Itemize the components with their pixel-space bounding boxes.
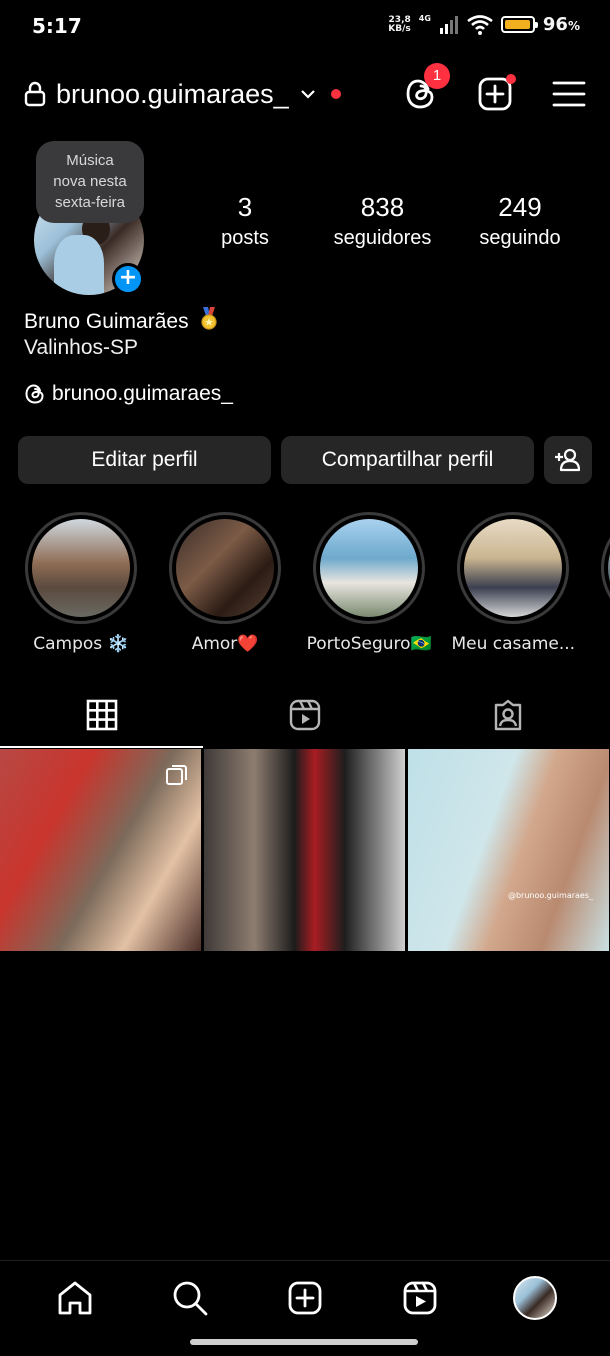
signal-icon — [439, 15, 458, 34]
status-bar: 5:17 23,8 KB/s 4G 96% — [0, 0, 610, 52]
stat-following[interactable]: 249 seguindo — [465, 190, 575, 252]
grid-icon — [86, 699, 117, 731]
menu-icon — [552, 81, 586, 107]
stat-followers[interactable]: 838 seguidores — [300, 190, 465, 252]
reels-icon — [403, 1281, 437, 1315]
profile-header: brunoo.guimaraes_ 1 — [24, 63, 586, 120]
post-thumbnail[interactable] — [204, 749, 405, 951]
create-icon — [288, 1281, 322, 1315]
highlight-cover — [464, 519, 563, 617]
nav-search[interactable] — [167, 1275, 213, 1321]
nav-reels[interactable] — [397, 1275, 443, 1321]
posts-grid: @brunoo.guimaraes_ — [0, 749, 610, 951]
highlight-cover — [320, 519, 419, 617]
tab-tagged[interactable] — [407, 682, 610, 748]
medal-icon — [201, 307, 218, 330]
status-time: 5:17 — [32, 14, 82, 38]
highlight-item[interactable]: Amor❤️ — [160, 512, 290, 654]
highlight-ring — [313, 512, 426, 624]
nav-profile[interactable] — [512, 1275, 558, 1321]
note-bubble[interactable]: Música nova nesta sexta-feira — [36, 141, 144, 223]
highlight-ring — [25, 512, 137, 624]
highlight-item[interactable]: Campos ❄️ — [16, 512, 146, 654]
highlight-ring — [601, 512, 610, 624]
add-story-plus-icon[interactable]: + — [112, 263, 144, 295]
stat-posts[interactable]: 3 posts — [190, 190, 300, 252]
highlight-ring — [169, 512, 282, 624]
header-actions: 1 — [404, 63, 586, 120]
lock-icon — [24, 81, 46, 107]
tagged-icon — [495, 699, 522, 731]
highlight-item[interactable]: Pr — [592, 512, 610, 654]
highlight-label: Pr — [592, 634, 610, 654]
nav-home[interactable] — [52, 1275, 98, 1321]
create-notification-dot — [506, 74, 516, 84]
reels-icon — [289, 699, 321, 731]
home-icon — [58, 1281, 92, 1315]
add-person-icon — [555, 448, 581, 472]
highlight-label: PortoSeguro🇧🇷 — [306, 634, 432, 654]
bottom-navigation — [0, 1260, 610, 1356]
highlight-cover — [32, 519, 130, 617]
highlight-ring — [457, 512, 570, 624]
status-icons: 23,8 KB/s 4G 96% — [385, 14, 580, 35]
search-icon — [173, 1281, 208, 1316]
highlight-cover — [176, 519, 275, 617]
tab-posts-grid[interactable] — [0, 682, 204, 748]
account-notification-dot — [330, 89, 341, 99]
nav-create[interactable] — [282, 1275, 328, 1321]
menu-button[interactable] — [552, 77, 586, 111]
carousel-icon — [166, 765, 187, 785]
profile-avatar-small — [512, 1276, 557, 1320]
threads-badge: 1 — [424, 63, 450, 89]
profile-stats: 3 posts 838 seguidores 249 seguindo — [190, 190, 590, 252]
profile-name: Bruno Guimarães — [24, 307, 218, 334]
highlight-label: Meu casame... — [451, 634, 576, 654]
threads-button[interactable]: 1 — [404, 63, 450, 111]
discover-people-button[interactable] — [544, 436, 592, 484]
story-highlights: Campos ❄️ Amor❤️ PortoSeguro🇧🇷 Meu casam… — [16, 512, 610, 662]
profile-tabs — [0, 682, 610, 748]
post-thumbnail[interactable]: @brunoo.guimaraes_ — [408, 749, 609, 951]
create-post-button[interactable] — [478, 74, 516, 111]
battery-level — [504, 20, 530, 29]
post-thumbnail[interactable] — [0, 749, 201, 951]
username-switcher[interactable]: brunoo.guimaraes_ — [56, 79, 289, 110]
network-type: 4G — [418, 14, 431, 23]
highlight-label: Campos ❄️ — [33, 634, 129, 654]
highlight-item[interactable]: PortoSeguro🇧🇷 — [304, 512, 434, 654]
network-speed: 23,8 KB/s — [388, 14, 411, 34]
tab-reels[interactable] — [203, 682, 406, 748]
profile-bio: Valinhos-SP — [24, 336, 139, 359]
edit-profile-button[interactable]: Editar perfil — [18, 436, 271, 484]
highlight-item[interactable]: Meu casame... — [448, 512, 578, 654]
threads-profile-link[interactable]: brunoo.guimaraes_ — [24, 380, 233, 408]
home-indicator[interactable] — [190, 1339, 418, 1345]
wifi-icon — [467, 14, 493, 35]
post-watermark: @brunoo.guimaraes_ — [507, 891, 593, 900]
highlight-label: Amor❤️ — [191, 634, 259, 654]
threads-logo-icon — [25, 384, 44, 404]
profile-actions: Editar perfil Compartilhar perfil — [18, 436, 592, 484]
battery-icon — [500, 16, 538, 33]
battery-percent: 96% — [542, 14, 580, 35]
chevron-down-icon[interactable] — [299, 85, 317, 103]
share-profile-button[interactable]: Compartilhar perfil — [281, 436, 534, 484]
